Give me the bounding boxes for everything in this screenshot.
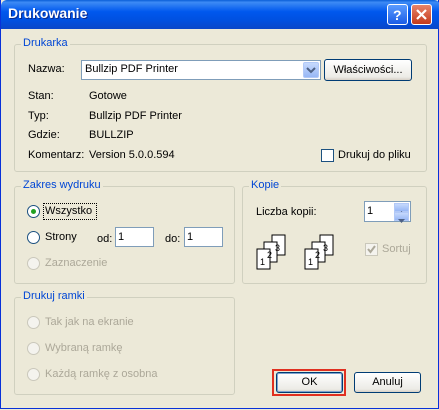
copies-group: Kopie Liczba kopii: 1 3 2 1 3 2 1 Sortuj <box>242 179 427 284</box>
status-value: Gotowe <box>89 90 127 102</box>
copies-group-title: Kopie <box>249 179 282 191</box>
window-title: Drukowanie <box>8 5 88 21</box>
collate-checkbox[interactable] <box>365 243 378 256</box>
close-icon <box>416 9 427 20</box>
collate-illustration-icon: 3 2 1 3 2 1 <box>256 234 334 270</box>
printer-select[interactable]: Bullzip PDF Printer <box>81 60 321 80</box>
range-from-input[interactable]: 1 <box>115 227 154 247</box>
page-number: 3 <box>323 243 328 253</box>
page-number: 3 <box>275 243 280 253</box>
range-all-radio[interactable] <box>27 205 40 218</box>
properties-button[interactable]: Właściwości... <box>324 59 412 81</box>
cancel-button[interactable]: Anuluj <box>354 372 421 393</box>
range-all-label[interactable]: Wszystko <box>45 205 92 217</box>
print-range-group-title: Zakres wydruku <box>21 179 103 191</box>
copies-count-value: 1 <box>367 205 374 217</box>
where-label: Gdzie: <box>28 129 60 141</box>
frames-selected-radio[interactable] <box>27 342 40 355</box>
range-from-value: 1 <box>118 231 125 243</box>
page-number: 1 <box>308 257 313 267</box>
frames-each-radio[interactable] <box>27 368 40 381</box>
page-number: 2 <box>267 250 272 260</box>
spin-down-button[interactable] <box>394 212 409 223</box>
printer-group-title: Drukarka <box>21 37 70 49</box>
range-from-label: od: <box>97 233 113 245</box>
type-value: Bullzip PDF Printer <box>89 110 182 122</box>
range-to-value: 1 <box>187 231 194 243</box>
print-to-file-label[interactable]: Drukuj do pliku <box>338 149 411 161</box>
frames-selected-label: Wybraną ramkę <box>45 342 123 354</box>
range-to-input[interactable]: 1 <box>184 227 223 247</box>
range-to-label: do: <box>165 233 181 245</box>
frames-as-screen-label: Tak jak na ekranie <box>45 316 134 328</box>
collate-label: Sortuj <box>382 243 411 255</box>
copies-count-input[interactable]: 1 <box>364 201 411 223</box>
svg-text:?: ? <box>393 7 402 23</box>
comment-value: Version 5.0.0.594 <box>89 149 175 161</box>
print-frames-group: Drukuj ramki Tak jak na ekranie Wybraną … <box>14 290 235 395</box>
ok-button[interactable]: OK <box>276 372 343 393</box>
properties-button-label: Właściwości... <box>333 64 403 76</box>
range-selection-radio[interactable] <box>27 257 40 270</box>
printer-group: Drukarka Nazwa: Bullzip PDF Printer Właś… <box>14 37 427 172</box>
type-label: Typ: <box>28 110 49 122</box>
where-value: BULLZIP <box>89 129 134 141</box>
spin-up-button[interactable] <box>394 203 409 215</box>
title-bar[interactable]: Drukowanie ? <box>1 0 439 29</box>
help-icon: ? <box>393 7 402 23</box>
print-range-group: Zakres wydruku Wszystko Strony od: 1 do:… <box>14 179 235 284</box>
chevron-down-icon[interactable] <box>303 62 319 78</box>
print-dialog: Drukowanie ? Drukarka Nazwa: Bullzip PDF… <box>0 0 439 409</box>
help-button[interactable]: ? <box>387 4 408 25</box>
page-number: 1 <box>260 257 265 267</box>
print-to-file-checkbox[interactable] <box>321 149 334 162</box>
range-selection-label: Zaznaczenie <box>45 257 108 269</box>
ok-button-label: OK <box>301 376 318 388</box>
status-label: Stan: <box>28 90 54 102</box>
frames-as-screen-radio[interactable] <box>27 316 40 329</box>
printer-select-value: Bullzip PDF Printer <box>85 63 178 75</box>
printer-name-label: Nazwa: <box>28 63 65 75</box>
range-pages-label[interactable]: Strony <box>45 231 77 243</box>
range-pages-radio[interactable] <box>27 231 40 244</box>
close-button[interactable] <box>411 4 432 25</box>
checkmark-icon <box>367 245 376 254</box>
page-number: 2 <box>315 250 320 260</box>
cancel-button-label: Anuluj <box>372 376 403 388</box>
comment-label: Komentarz: <box>28 149 85 161</box>
arrow-down-icon <box>398 219 405 223</box>
copies-count-label: Liczba kopii: <box>256 206 317 218</box>
print-frames-group-title: Drukuj ramki <box>21 290 87 302</box>
frames-each-label: Każdą ramkę z osobna <box>45 368 158 380</box>
